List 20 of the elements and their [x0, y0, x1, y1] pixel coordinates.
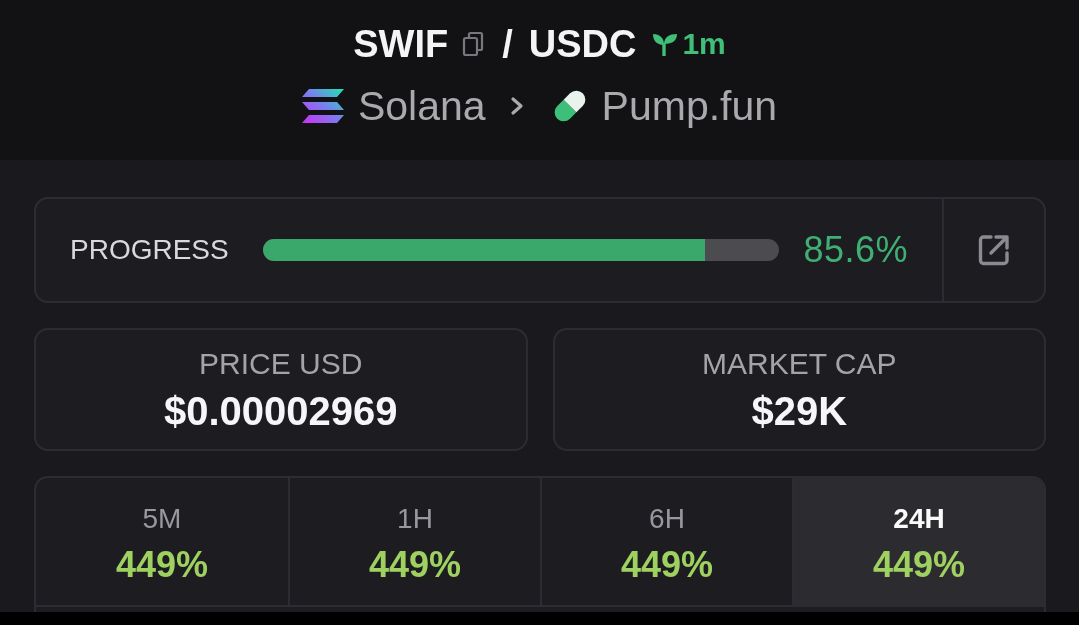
progress-percentage: 85.6%: [803, 229, 908, 271]
timeframe-tab[interactable]: 24H 449%: [792, 478, 1044, 605]
pair-age: 1m: [682, 27, 726, 61]
stat-label: MARKET CAP: [702, 345, 897, 382]
chevron-right-icon: [509, 96, 524, 116]
stat-value: $29K: [751, 387, 848, 434]
platform-name: Pump.fun: [601, 82, 778, 130]
pair-separator: /: [502, 22, 513, 66]
base-token-symbol: SWIF: [353, 22, 449, 66]
quote-token-symbol: USDC: [528, 22, 637, 66]
external-link-icon: [977, 233, 1011, 267]
timeframe-tab[interactable]: 5M 449%: [36, 478, 288, 605]
stat-value: $0.00002969: [163, 387, 398, 434]
copy-icon[interactable]: [462, 31, 485, 57]
timeframe-tab[interactable]: 1H 449%: [288, 478, 540, 605]
progress-label: PROGRESS: [70, 234, 229, 266]
stat-label: PRICE USD: [199, 345, 363, 382]
sprout-icon: [652, 32, 679, 56]
chain-name: Solana: [357, 82, 486, 130]
gradient-bars-icon: [301, 89, 344, 123]
